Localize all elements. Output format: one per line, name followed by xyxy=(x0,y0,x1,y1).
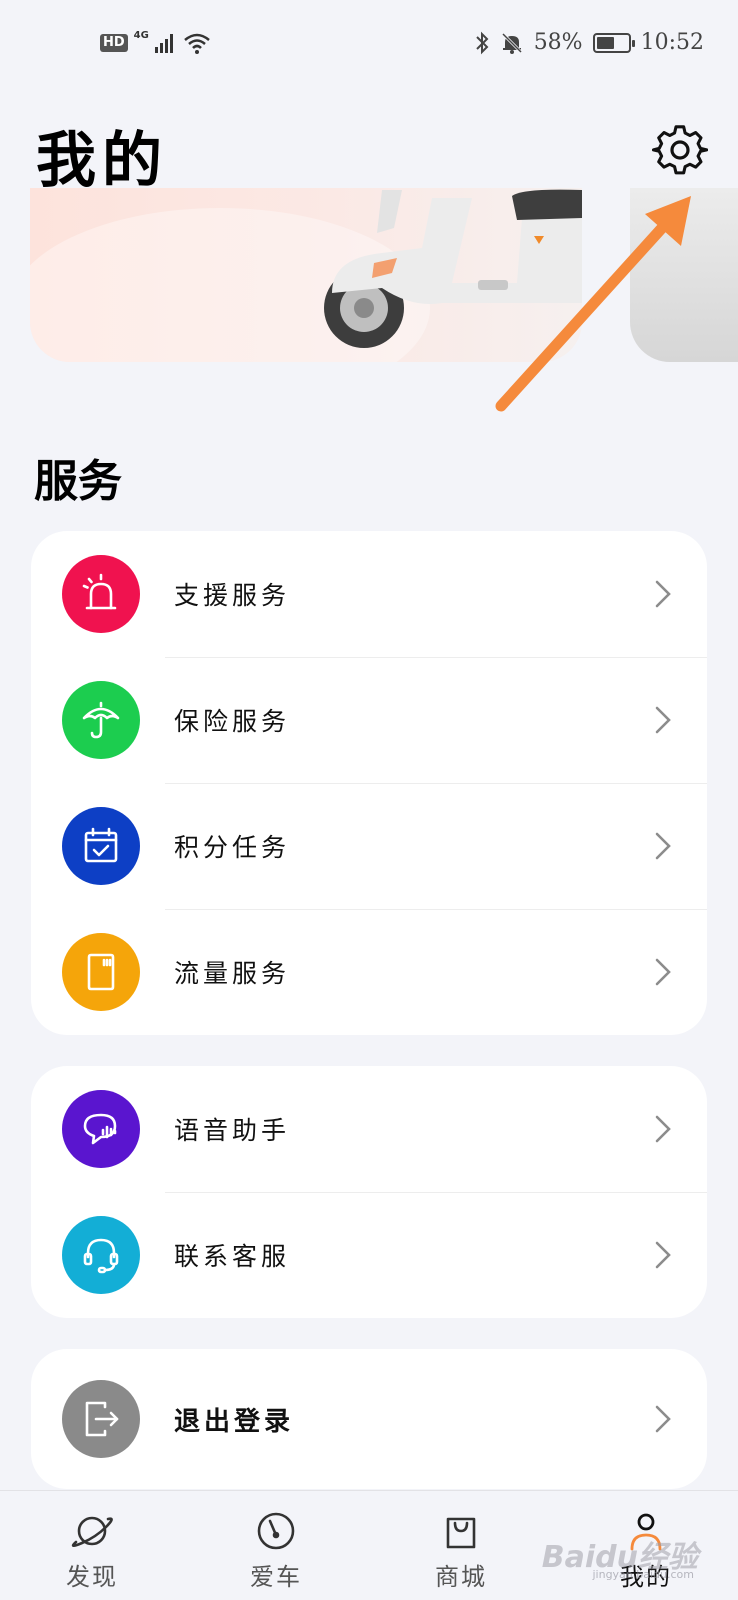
settings-gear-icon[interactable] xyxy=(652,122,708,178)
nav-label-mycar: 爱车 xyxy=(250,1563,302,1591)
network-type: 4G xyxy=(133,29,149,41)
nav-tab-mycar[interactable]: 爱车 xyxy=(221,1509,331,1592)
hd-badge: HD xyxy=(100,34,128,52)
nav-tab-mall[interactable]: 商城 xyxy=(406,1509,516,1592)
support-row-service[interactable]: 联系客服 xyxy=(31,1192,707,1318)
sim-card-icon xyxy=(62,933,140,1011)
status-bar: HD 4G 58% 10:52 xyxy=(0,0,738,92)
chevron-right-icon xyxy=(655,1405,671,1433)
support-row-voice[interactable]: 语音助手 xyxy=(31,1066,707,1192)
chevron-right-icon xyxy=(655,832,671,860)
nav-label-mall: 商城 xyxy=(435,1563,487,1591)
annotation-arrow-icon xyxy=(495,196,691,412)
status-left: HD 4G xyxy=(100,29,211,54)
alarm-light-icon xyxy=(62,555,140,633)
support-label-service: 联系客服 xyxy=(174,1242,291,1271)
planet-icon xyxy=(71,1516,113,1548)
page-title: 我的 xyxy=(36,126,168,196)
clock: 10:52 xyxy=(640,30,704,55)
support-card: 语音助手 联系客服 xyxy=(31,1066,707,1318)
nav-tab-discover[interactable]: 发现 xyxy=(37,1509,147,1592)
service-label-support: 支援服务 xyxy=(174,581,291,610)
chevron-right-icon xyxy=(655,958,671,986)
services-section-title: 服务 xyxy=(34,456,122,507)
battery-fill xyxy=(596,36,614,49)
service-row-insurance[interactable]: 保险服务 xyxy=(31,657,707,783)
battery-percent: 58% xyxy=(533,30,583,55)
logout-card: 退出登录 xyxy=(31,1349,707,1489)
service-label-data: 流量服务 xyxy=(174,959,291,988)
umbrella-icon xyxy=(62,681,140,759)
wifi-icon xyxy=(184,33,210,54)
status-right: 58% 10:52 xyxy=(474,30,704,55)
voice-chat-icon xyxy=(62,1090,140,1168)
shopping-bag-icon xyxy=(446,1517,476,1549)
nav-label-discover: 发现 xyxy=(66,1563,118,1591)
logout-label: 退出登录 xyxy=(174,1406,295,1437)
mute-bell-icon xyxy=(501,32,522,54)
chevron-right-icon xyxy=(655,580,671,608)
service-row-data[interactable]: 流量服务 xyxy=(31,909,707,1035)
service-row-support[interactable]: 支援服务 xyxy=(31,531,707,657)
service-label-points: 积分任务 xyxy=(174,833,291,862)
bluetooth-icon xyxy=(475,31,489,54)
chevron-right-icon xyxy=(655,1115,671,1143)
support-label-voice: 语音助手 xyxy=(174,1116,291,1145)
baidu-watermark-url: jingyan.baidu.com xyxy=(592,1568,694,1581)
chevron-right-icon xyxy=(655,706,671,734)
logout-row[interactable]: 退出登录 xyxy=(31,1349,707,1489)
battery-icon xyxy=(592,32,635,53)
service-row-points[interactable]: 积分任务 xyxy=(31,783,707,909)
speedometer-icon xyxy=(257,1512,295,1550)
headset-icon xyxy=(62,1216,140,1294)
services-card: 支援服务 保险服务 积分任务 流量服务 xyxy=(31,531,707,1035)
service-label-insurance: 保险服务 xyxy=(174,707,291,736)
chevron-right-icon xyxy=(655,1241,671,1269)
signal-icon xyxy=(154,34,173,53)
calendar-check-icon xyxy=(62,807,140,885)
logout-icon xyxy=(62,1380,140,1458)
